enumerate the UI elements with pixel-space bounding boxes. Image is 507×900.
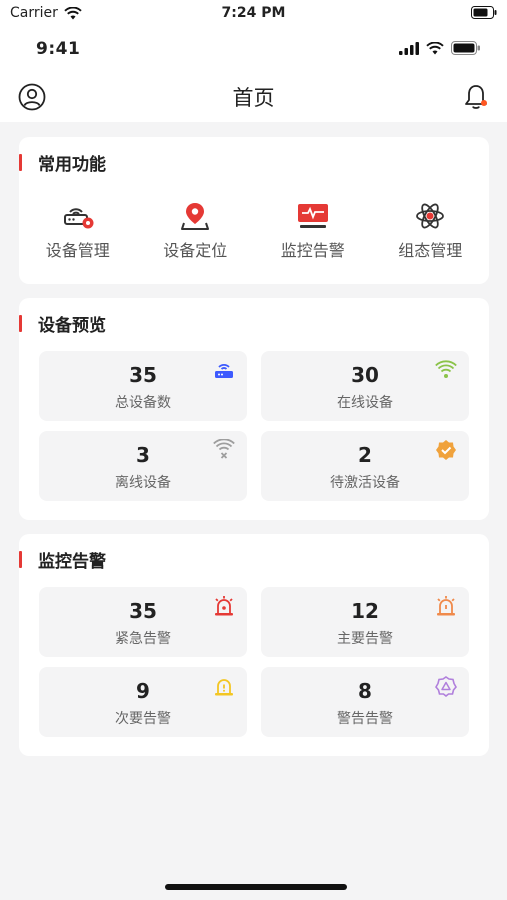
alarm-title: 监控告警 — [38, 551, 106, 572]
func-device-management[interactable]: 设备管理 — [19, 201, 137, 261]
tile-pending-devices[interactable]: 2 待激活设备 — [261, 431, 469, 501]
bell-alert-icon — [437, 596, 455, 616]
tile-label: 次要告警 — [115, 711, 171, 727]
common-functions-card: 常用功能 设备管理 设备定位 监控告警 组态管理 — [19, 137, 489, 284]
wifi-icon — [435, 360, 457, 378]
location-pin-icon — [181, 203, 210, 230]
tile-label: 总设备数 — [115, 395, 171, 411]
app-status-time: 9:41 — [36, 39, 81, 59]
device-overview-card: 设备预览 35 总设备数 30 在线设备 3 离线设备 2 待激活设备 — [19, 298, 489, 520]
home-indicator[interactable] — [165, 884, 347, 890]
system-status-bar: Carrier 7:24 PM — [0, 0, 507, 28]
router-icon — [215, 364, 233, 378]
nav-bar: 首页 — [0, 70, 507, 122]
func-label: 组态管理 — [398, 241, 463, 260]
verified-badge-icon — [436, 440, 456, 460]
atom-icon — [416, 203, 445, 229]
func-monitor-alarm[interactable]: 监控告警 — [254, 201, 372, 261]
signal-icon — [399, 41, 419, 55]
card-title: 常用功能 — [19, 151, 106, 175]
title-accent-bar — [19, 153, 22, 171]
tile-online-devices[interactable]: 30 在线设备 — [261, 351, 469, 421]
wifi-off-icon — [213, 439, 235, 459]
tile-label: 离线设备 — [115, 475, 171, 491]
tile-urgent-alarm[interactable]: 35 紧急告警 — [39, 587, 247, 657]
monitor-pulse-icon — [297, 204, 328, 228]
func-device-location[interactable]: 设备定位 — [137, 201, 255, 261]
tile-label: 警告告警 — [337, 711, 393, 727]
common-functions-title: 常用功能 — [38, 154, 106, 175]
tile-minor-alarm[interactable]: 9 次要告警 — [39, 667, 247, 737]
title-accent-bar — [19, 314, 22, 332]
warning-cloud-icon — [435, 676, 457, 697]
router-gear-icon — [63, 208, 94, 229]
notification-bell-icon[interactable] — [463, 83, 489, 111]
alarm-card: 监控告警 35 紧急告警 12 主要告警 9 次要告警 8 警告告警 — [19, 534, 489, 756]
card-title: 监控告警 — [19, 548, 106, 572]
wifi-icon — [426, 41, 444, 54]
tile-label: 紧急告警 — [115, 631, 171, 647]
function-row: 设备管理 设备定位 监控告警 组态管理 — [19, 201, 489, 261]
tile-offline-devices[interactable]: 3 离线设备 — [39, 431, 247, 501]
app-status-bar: 9:41 — [0, 28, 507, 70]
tile-label: 主要告警 — [337, 631, 393, 647]
tile-total-devices[interactable]: 35 总设备数 — [39, 351, 247, 421]
tile-label: 在线设备 — [337, 395, 393, 411]
tile-label: 待激活设备 — [330, 475, 400, 491]
tile-warning-alarm[interactable]: 8 警告告警 — [261, 667, 469, 737]
card-title: 设备预览 — [19, 312, 106, 336]
title-accent-bar — [19, 550, 22, 568]
status-icons — [399, 41, 481, 55]
func-label: 设备管理 — [45, 241, 110, 260]
screen: Carrier 7:24 PM 9:41 首页 常用功能 设备管理 设备定位 监… — [0, 0, 507, 900]
system-time: 7:24 PM — [221, 5, 286, 21]
battery-icon — [451, 41, 480, 55]
func-label: 设备定位 — [163, 241, 228, 260]
siren-icon — [215, 596, 233, 616]
battery-icon — [471, 6, 497, 19]
func-label: 监控告警 — [280, 241, 345, 260]
page-title: 首页 — [232, 86, 275, 110]
func-config-management[interactable]: 组态管理 — [372, 201, 490, 261]
device-overview-title: 设备预览 — [38, 315, 106, 336]
tile-major-alarm[interactable]: 12 主要告警 — [261, 587, 469, 657]
bell-minor-icon — [215, 679, 233, 696]
